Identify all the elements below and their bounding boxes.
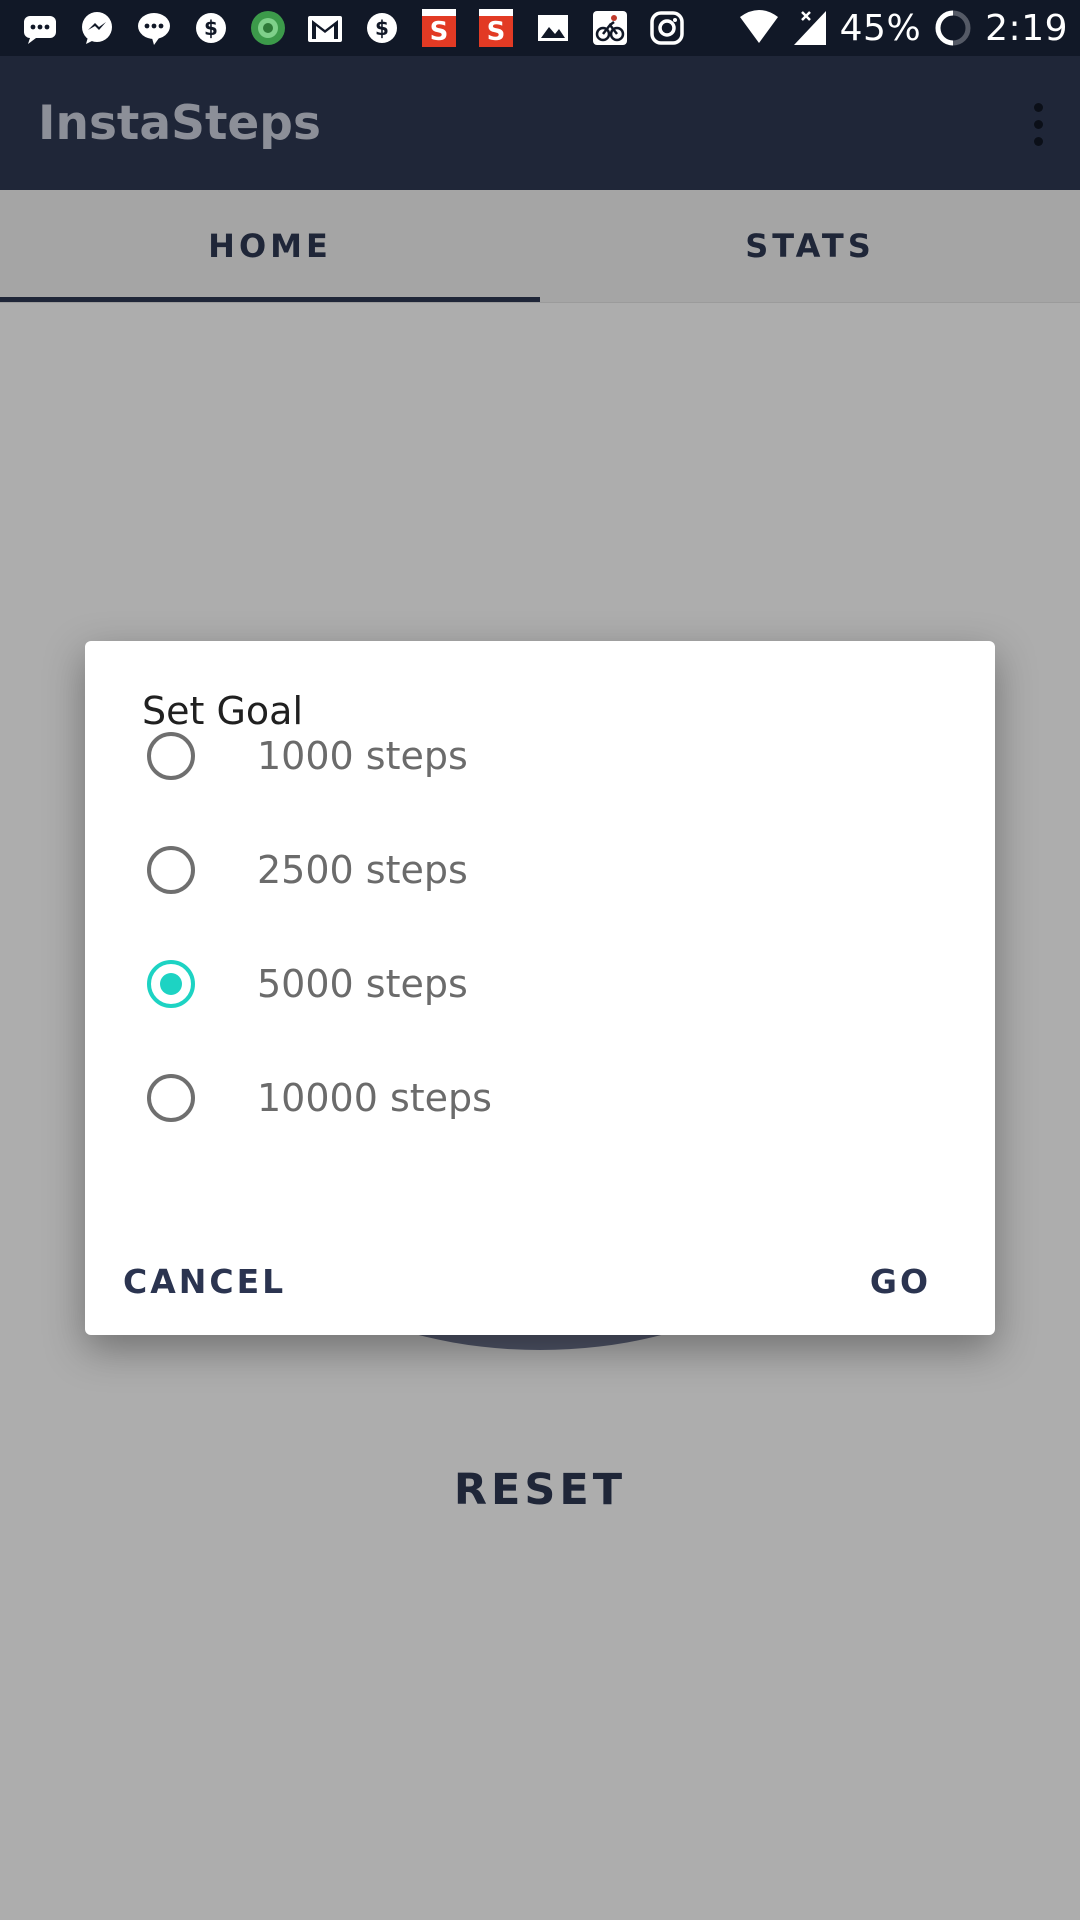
notification-icons: $ $ S S bbox=[20, 8, 687, 48]
svg-text:$: $ bbox=[375, 16, 389, 40]
messenger-icon bbox=[77, 8, 117, 48]
radio-button-checked[interactable] bbox=[147, 960, 195, 1008]
reset-button[interactable]: RESET bbox=[440, 1455, 640, 1525]
cycling-icon bbox=[590, 8, 630, 48]
app-bar: InstaSteps bbox=[0, 56, 1080, 190]
goal-option-label: 10000 steps bbox=[257, 1076, 492, 1120]
sony-liv-icon: S bbox=[419, 8, 459, 48]
goal-option[interactable]: 5000 steps bbox=[85, 929, 995, 1039]
message-icon bbox=[20, 8, 60, 48]
radio-button[interactable] bbox=[147, 732, 195, 780]
svg-text:$: $ bbox=[204, 16, 218, 40]
radio-button[interactable] bbox=[147, 846, 195, 894]
svg-text:S: S bbox=[430, 17, 449, 47]
battery-icon bbox=[933, 8, 973, 48]
app-title: InstaSteps bbox=[38, 95, 321, 151]
more-vert-icon[interactable] bbox=[1010, 94, 1066, 154]
cellular-signal-icon bbox=[792, 9, 828, 47]
tab-bar: HOME STATS bbox=[0, 190, 1080, 303]
set-goal-dialog: Set Goal 1000 steps 2500 steps 5000 steps 1… bbox=[85, 641, 995, 1335]
goal-option[interactable]: 10000 steps bbox=[85, 1043, 995, 1153]
clock: 2:19 bbox=[985, 7, 1068, 49]
chat-icon bbox=[134, 8, 174, 48]
screen: $ $ S S 45% 2:19 InstaSteps HOME STATS R… bbox=[0, 0, 1080, 1920]
instagram-icon bbox=[647, 8, 687, 48]
dollar-icon: $ bbox=[191, 8, 231, 48]
goal-option[interactable]: 1000 steps bbox=[85, 701, 995, 811]
radio-button[interactable] bbox=[147, 1074, 195, 1122]
cancel-button[interactable]: CANCEL bbox=[123, 1251, 286, 1311]
sony-liv-icon: S bbox=[476, 8, 516, 48]
gmail-icon bbox=[305, 8, 345, 48]
dollar-icon: $ bbox=[362, 8, 402, 48]
wifi-icon bbox=[738, 9, 780, 47]
image-icon bbox=[533, 8, 573, 48]
goal-option[interactable]: 2500 steps bbox=[85, 815, 995, 925]
status-right: 45% 2:19 bbox=[738, 8, 1068, 49]
goal-option-label: 5000 steps bbox=[257, 962, 468, 1006]
tab-home[interactable]: HOME bbox=[0, 190, 540, 302]
quran-app-icon bbox=[248, 8, 288, 48]
svg-text:S: S bbox=[487, 17, 506, 47]
goal-option-label: 2500 steps bbox=[257, 848, 468, 892]
go-button[interactable]: GO bbox=[870, 1251, 931, 1311]
status-bar: $ $ S S 45% 2:19 bbox=[0, 0, 1080, 56]
goal-option-label: 1000 steps bbox=[257, 734, 468, 778]
tab-stats[interactable]: STATS bbox=[540, 190, 1080, 302]
battery-percent: 45% bbox=[839, 7, 922, 49]
